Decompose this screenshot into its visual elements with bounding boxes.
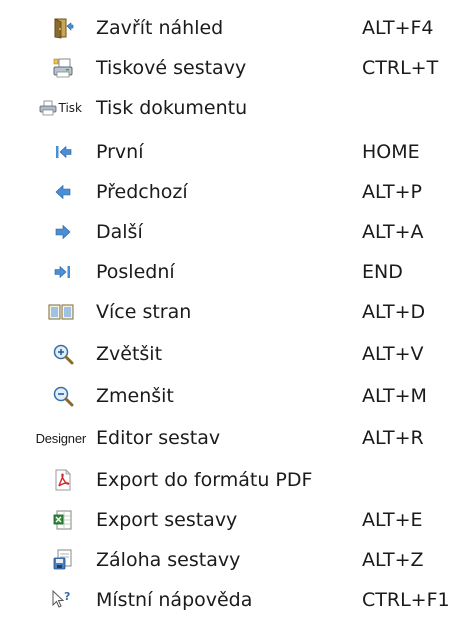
menu-item-label: Zavřít náhled — [96, 17, 224, 39]
menu-item-label: Další — [96, 221, 143, 243]
print-reports-icon — [52, 57, 74, 79]
menu-item-shortcut: HOME — [362, 141, 420, 163]
zoom-in-icon — [52, 343, 74, 365]
menu-item-export-pdf[interactable]: Export do formátu PDF — [0, 460, 458, 500]
menu-item-last[interactable]: Poslední END — [0, 252, 458, 292]
menu-item-label: Poslední — [96, 261, 175, 283]
shortcut-list: Zavřít náhled ALT+F4 Tiskové sestavy CTR… — [0, 0, 458, 611]
menu-item-zoom-in[interactable]: Zvětšit ALT+V — [0, 334, 458, 374]
menu-item-label: Zvětšit — [96, 343, 163, 365]
menu-item-shortcut: END — [362, 261, 403, 283]
menu-item-print-document[interactable]: Tisk Tisk dokumentu — [0, 88, 458, 128]
menu-item-shortcut: ALT+F4 — [362, 17, 434, 39]
menu-item-label: Editor sestav — [96, 427, 221, 449]
menu-item-shortcut: ALT+R — [362, 427, 424, 449]
menu-item-label: Export do formátu PDF — [96, 469, 313, 491]
backup-report-icon — [52, 549, 74, 571]
menu-item-label: Místní nápověda — [96, 589, 253, 611]
menu-item-shortcut: ALT+P — [362, 181, 422, 203]
close-preview-icon — [52, 17, 74, 39]
last-page-icon — [52, 261, 74, 283]
menu-item-export-report[interactable]: Export sestavy ALT+E — [0, 500, 458, 540]
menu-item-multiple-pages[interactable]: Více stran ALT+D — [0, 292, 458, 332]
menu-item-next[interactable]: Další ALT+A — [0, 212, 458, 252]
menu-item-label: Export sestavy — [96, 509, 238, 531]
menu-item-shortcut: ALT+A — [362, 221, 424, 243]
excel-export-icon — [52, 509, 74, 531]
designer-icon: Designer — [35, 430, 87, 446]
menu-item-shortcut: CTRL+F1 — [362, 589, 450, 611]
menu-item-label: Záloha sestavy — [96, 549, 241, 571]
context-help-icon: ? — [50, 589, 74, 611]
menu-item-label: Tisk dokumentu — [96, 97, 248, 119]
previous-page-icon — [52, 181, 74, 203]
menu-item-label: Předchozí — [96, 181, 188, 203]
multiple-pages-icon — [48, 301, 74, 323]
zoom-out-icon — [52, 385, 74, 407]
menu-item-close-preview[interactable]: Zavřít náhled ALT+F4 — [0, 8, 458, 48]
menu-item-label: Tiskové sestavy — [96, 57, 247, 79]
menu-item-zoom-out[interactable]: Zmenšit ALT+M — [0, 376, 458, 416]
next-page-icon — [52, 221, 74, 243]
menu-item-label: První — [96, 141, 144, 163]
menu-item-report-editor[interactable]: Designer Editor sestav ALT+R — [0, 418, 458, 458]
menu-item-previous[interactable]: Předchozí ALT+P — [0, 172, 458, 212]
menu-item-first[interactable]: První HOME — [0, 132, 458, 172]
menu-item-shortcut: ALT+M — [362, 385, 427, 407]
menu-item-shortcut: ALT+D — [362, 301, 426, 323]
svg-text:?: ? — [64, 590, 70, 603]
print-button-icon: Tisk — [39, 100, 83, 116]
menu-item-print-reports[interactable]: Tiskové sestavy CTRL+T — [0, 48, 458, 88]
menu-item-context-help[interactable]: ? Místní nápověda CTRL+F1 — [0, 580, 458, 620]
first-page-icon — [52, 141, 74, 163]
menu-item-shortcut: CTRL+T — [362, 57, 439, 79]
menu-item-shortcut: ALT+Z — [362, 549, 424, 571]
menu-item-shortcut: ALT+E — [362, 509, 423, 531]
menu-item-backup-report[interactable]: Záloha sestavy ALT+Z — [0, 540, 458, 580]
print-button-text: Tisk — [58, 101, 83, 115]
menu-item-label: Více stran — [96, 301, 192, 323]
menu-item-label: Zmenšit — [96, 385, 174, 407]
pdf-export-icon — [52, 469, 74, 491]
menu-item-shortcut: ALT+V — [362, 343, 424, 365]
